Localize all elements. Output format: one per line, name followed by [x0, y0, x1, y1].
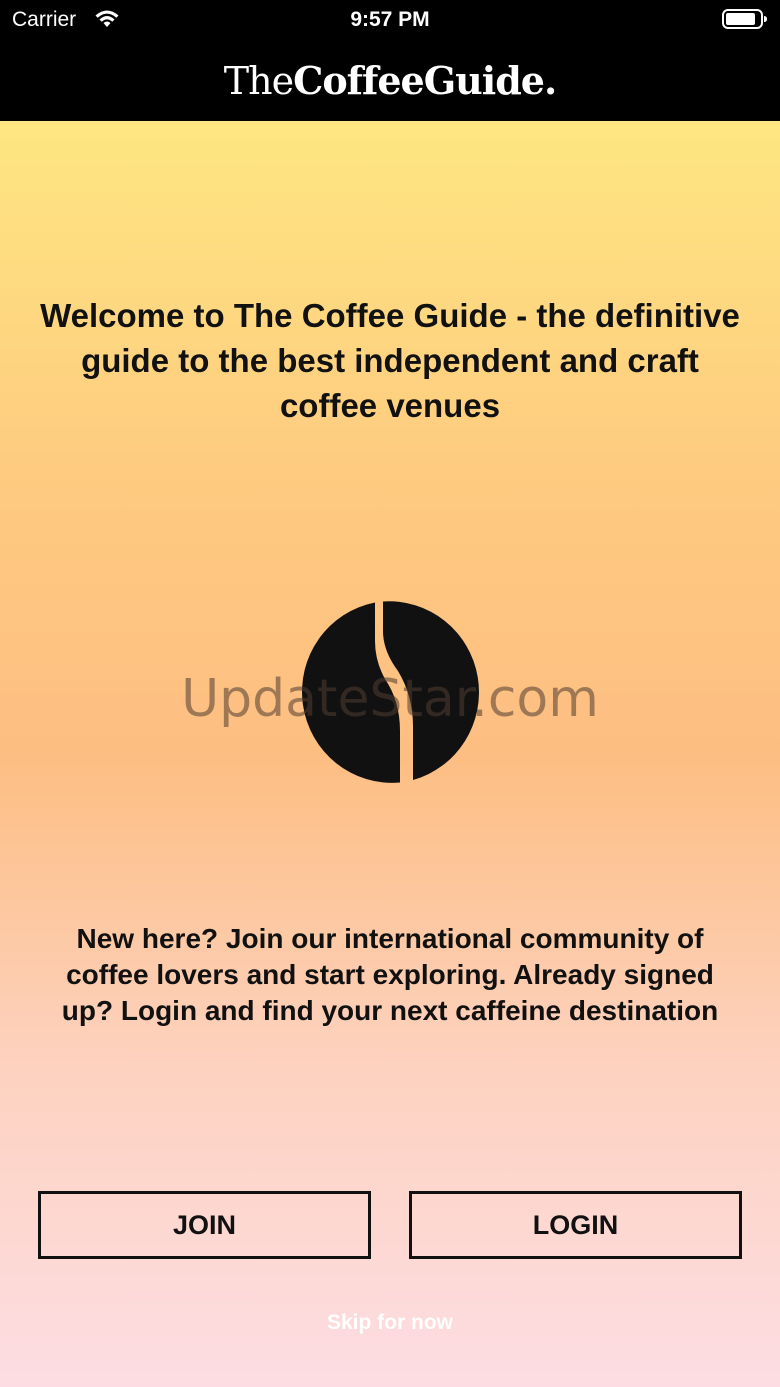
logo-the: The — [223, 59, 294, 103]
logo-coffee-guide: CoffeeGuide. — [293, 58, 557, 103]
status-bar: Carrier 9:57 PM — [0, 0, 780, 40]
skip-link[interactable]: Skip for now — [0, 1311, 780, 1335]
join-button-label: JOIN — [172, 1209, 237, 1240]
login-button-label: LOGIN — [532, 1209, 619, 1240]
app-logo: TheCoffeeGuide. — [223, 58, 557, 103]
app-header: TheCoffeeGuide. — [0, 40, 780, 121]
join-button[interactable]: JOIN — [38, 1191, 371, 1259]
battery-icon — [722, 9, 767, 29]
intro-text: New here? Join our international communi… — [61, 923, 719, 1026]
watermark: UpdateStar.com — [181, 669, 599, 729]
status-time: 9:57 PM — [350, 8, 430, 31]
welcome-heading: Welcome to The Coffee Guide - the defini… — [40, 297, 740, 424]
welcome-screen: Welcome to The Coffee Guide - the defini… — [0, 121, 780, 1387]
login-button[interactable]: LOGIN — [409, 1191, 742, 1259]
